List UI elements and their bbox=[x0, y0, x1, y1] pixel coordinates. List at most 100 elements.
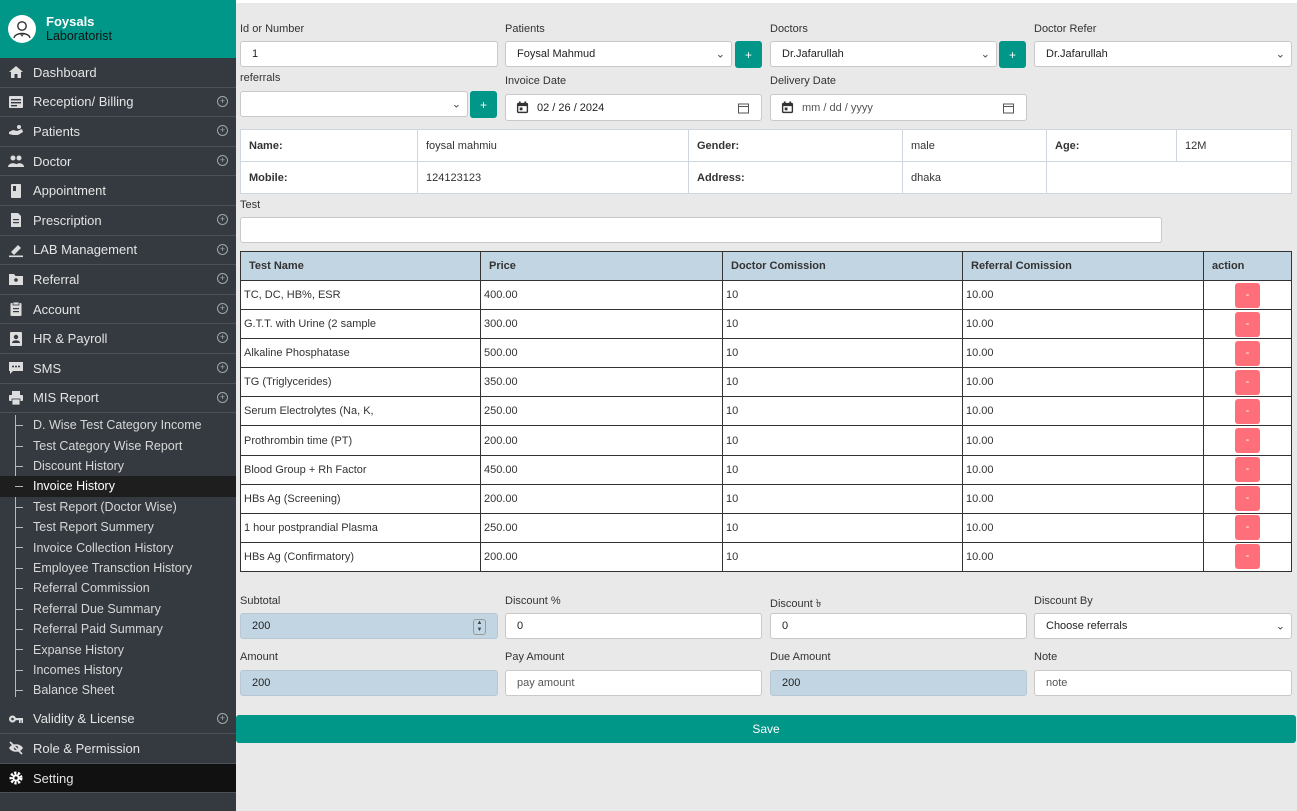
expand-icon[interactable]: + bbox=[217, 332, 228, 344]
table-row: Alkaline Phosphatase 500.00 10 10.00 - bbox=[240, 338, 1292, 369]
sidebar-item-prescription[interactable]: Prescription + bbox=[0, 206, 236, 236]
sidebar-item-validity-license[interactable]: Validity & License + bbox=[0, 705, 236, 735]
referrals-label: referrals bbox=[240, 72, 281, 84]
submenu-item-referral-paid-summary[interactable]: Referral Paid Summary bbox=[0, 619, 236, 639]
invoice-date-label: Invoice Date bbox=[505, 75, 567, 87]
add-patient-button[interactable]: + bbox=[735, 41, 762, 68]
subtotal-value: 200 bbox=[252, 620, 271, 632]
submenu-item-test-report-summery[interactable]: Test Report Summery bbox=[0, 517, 236, 537]
amount-input[interactable]: 200 bbox=[240, 670, 498, 696]
due-amount-input[interactable]: 200 bbox=[770, 670, 1027, 696]
discount-percent-label: Discount % bbox=[505, 595, 561, 607]
patients-value: Foysal Mahmud bbox=[517, 48, 596, 60]
patients-select[interactable]: Foysal Mahmud ⌄ bbox=[505, 41, 732, 67]
expand-icon[interactable]: + bbox=[217, 361, 228, 373]
doctors-select[interactable]: Dr.Jafarullah ⌄ bbox=[770, 41, 997, 67]
expand-icon[interactable]: + bbox=[217, 391, 228, 403]
delete-row-button[interactable]: - bbox=[1235, 340, 1260, 366]
doctor-refer-value: Dr.Jafarullah bbox=[1046, 48, 1108, 60]
header-price: Price bbox=[480, 251, 723, 281]
sidebar-item-account[interactable]: Account + bbox=[0, 295, 236, 325]
submenu-item-expanse-history[interactable]: Expanse History bbox=[0, 639, 236, 659]
cell-referral-comission: 10.00 bbox=[962, 367, 1204, 398]
badge-icon bbox=[8, 331, 24, 347]
sidebar-item-referral[interactable]: Referral + bbox=[0, 265, 236, 295]
expand-icon[interactable]: + bbox=[217, 95, 228, 107]
add-referral-button[interactable]: + bbox=[470, 91, 497, 118]
submenu-item-incomes-history[interactable]: Incomes History bbox=[0, 660, 236, 680]
id-input[interactable]: 1 bbox=[240, 41, 498, 67]
sidebar-item-lab-management[interactable]: LAB Management + bbox=[0, 236, 236, 266]
sidebar-item-label: Dashboard bbox=[33, 64, 97, 80]
sidebar-item-setting[interactable]: Setting bbox=[0, 763, 236, 794]
discount-by-select[interactable]: Choose referrals ⌄ bbox=[1034, 613, 1292, 639]
sidebar-item-patients[interactable]: Patients + bbox=[0, 117, 236, 147]
sidebar-item-hr-payroll[interactable]: HR & Payroll + bbox=[0, 324, 236, 354]
sidebar-item-dashboard[interactable]: Dashboard bbox=[0, 58, 236, 88]
delete-row-button[interactable]: - bbox=[1235, 282, 1260, 308]
submenu-item-discount-history[interactable]: Discount History bbox=[0, 456, 236, 476]
submenu-item-invoice-history[interactable]: Invoice History bbox=[0, 476, 236, 497]
cell-test-name: Alkaline Phosphatase bbox=[240, 338, 481, 369]
expand-icon[interactable]: + bbox=[217, 273, 228, 285]
cell-test-name: Serum Electrolytes (Na, K, bbox=[240, 396, 481, 427]
amount-label: Amount bbox=[240, 651, 278, 663]
discount-percent-input[interactable]: 0 bbox=[505, 613, 762, 639]
delete-row-button[interactable]: - bbox=[1235, 544, 1260, 570]
delete-row-button[interactable]: - bbox=[1235, 311, 1260, 337]
due-amount-value: 200 bbox=[782, 677, 801, 689]
address-value: dhaka bbox=[902, 161, 1047, 194]
avatar bbox=[8, 15, 36, 43]
spinner-icon[interactable]: ▲ ▼ bbox=[473, 619, 486, 635]
sidebar-item-doctor[interactable]: Doctor + bbox=[0, 147, 236, 177]
sidebar-item-label: Validity & License bbox=[33, 711, 135, 727]
save-button[interactable]: Save bbox=[236, 715, 1296, 743]
discount-taka-input[interactable]: 0 bbox=[770, 613, 1027, 639]
subtotal-input[interactable]: 200 ▲ ▼ bbox=[240, 613, 498, 639]
sidebar-item-role-permission[interactable]: Role & Permission bbox=[0, 734, 236, 764]
expand-icon[interactable]: + bbox=[217, 213, 228, 225]
submenu-item-balance-sheet[interactable]: Balance Sheet bbox=[0, 680, 236, 700]
add-doctor-button[interactable]: + bbox=[999, 41, 1026, 68]
calendar-picker-icon[interactable] bbox=[738, 102, 749, 113]
submenu-item-test-report-doctor-wise[interactable]: Test Report (Doctor Wise) bbox=[0, 497, 236, 517]
cell-action: - bbox=[1203, 309, 1292, 340]
referrals-select[interactable]: ⌄ bbox=[240, 91, 468, 117]
delete-row-button[interactable]: - bbox=[1235, 486, 1260, 512]
delete-row-button[interactable]: - bbox=[1235, 428, 1260, 454]
sidebar: Foysals Laboratorist Dashboard Reception/… bbox=[0, 0, 236, 811]
delete-row-button[interactable]: - bbox=[1235, 398, 1260, 424]
expand-icon[interactable]: + bbox=[217, 243, 228, 255]
pay-amount-input[interactable]: pay amount bbox=[505, 670, 762, 696]
submenu-item-d-wise-test-category-income[interactable]: D. Wise Test Category Income bbox=[0, 415, 236, 435]
delete-row-button[interactable]: - bbox=[1235, 369, 1260, 395]
sidebar-item-appointment[interactable]: Appointment bbox=[0, 176, 236, 206]
invoice-date-input[interactable]: 02 / 26 / 2024 bbox=[505, 94, 762, 121]
cell-test-name: G.T.T. with Urine (2 sample bbox=[240, 309, 481, 340]
submenu-item-referral-commission[interactable]: Referral Commission bbox=[0, 578, 236, 598]
cell-price: 300.00 bbox=[480, 309, 723, 340]
delete-row-button[interactable]: - bbox=[1235, 515, 1260, 541]
calendar-picker-icon[interactable] bbox=[1003, 102, 1014, 113]
cell-price: 450.00 bbox=[480, 454, 723, 485]
name-label: Name: bbox=[240, 129, 418, 162]
sidebar-item-mis-report[interactable]: MIS Report + bbox=[0, 384, 236, 414]
submenu-item-employee-transction-history[interactable]: Employee Transction History bbox=[0, 558, 236, 578]
doctor-refer-select[interactable]: Dr.Jafarullah ⌄ bbox=[1034, 41, 1292, 67]
submenu-item-test-category-wise-report[interactable]: Test Category Wise Report bbox=[0, 436, 236, 456]
delete-row-button[interactable]: - bbox=[1235, 457, 1260, 483]
expand-icon[interactable]: + bbox=[217, 125, 228, 137]
sidebar-item-reception-billing[interactable]: Reception/ Billing + bbox=[0, 88, 236, 118]
submenu-item-invoice-collection-history[interactable]: Invoice Collection History bbox=[0, 537, 236, 557]
delivery-date-input[interactable]: mm / dd / yyyy bbox=[770, 94, 1027, 121]
submenu-item-referral-due-summary[interactable]: Referral Due Summary bbox=[0, 599, 236, 619]
note-input[interactable]: note bbox=[1034, 670, 1292, 696]
expand-icon[interactable]: + bbox=[217, 302, 228, 314]
expand-icon[interactable]: + bbox=[217, 154, 228, 166]
table-row: TC, DC, HB%, ESR 400.00 10 10.00 - bbox=[240, 279, 1292, 311]
test-search-input[interactable] bbox=[240, 217, 1162, 243]
expand-icon[interactable]: + bbox=[217, 712, 228, 724]
sidebar-item-sms[interactable]: SMS + bbox=[0, 354, 236, 384]
delivery-date-label: Delivery Date bbox=[770, 75, 837, 87]
sidebar-item-label: Doctor bbox=[33, 153, 72, 169]
